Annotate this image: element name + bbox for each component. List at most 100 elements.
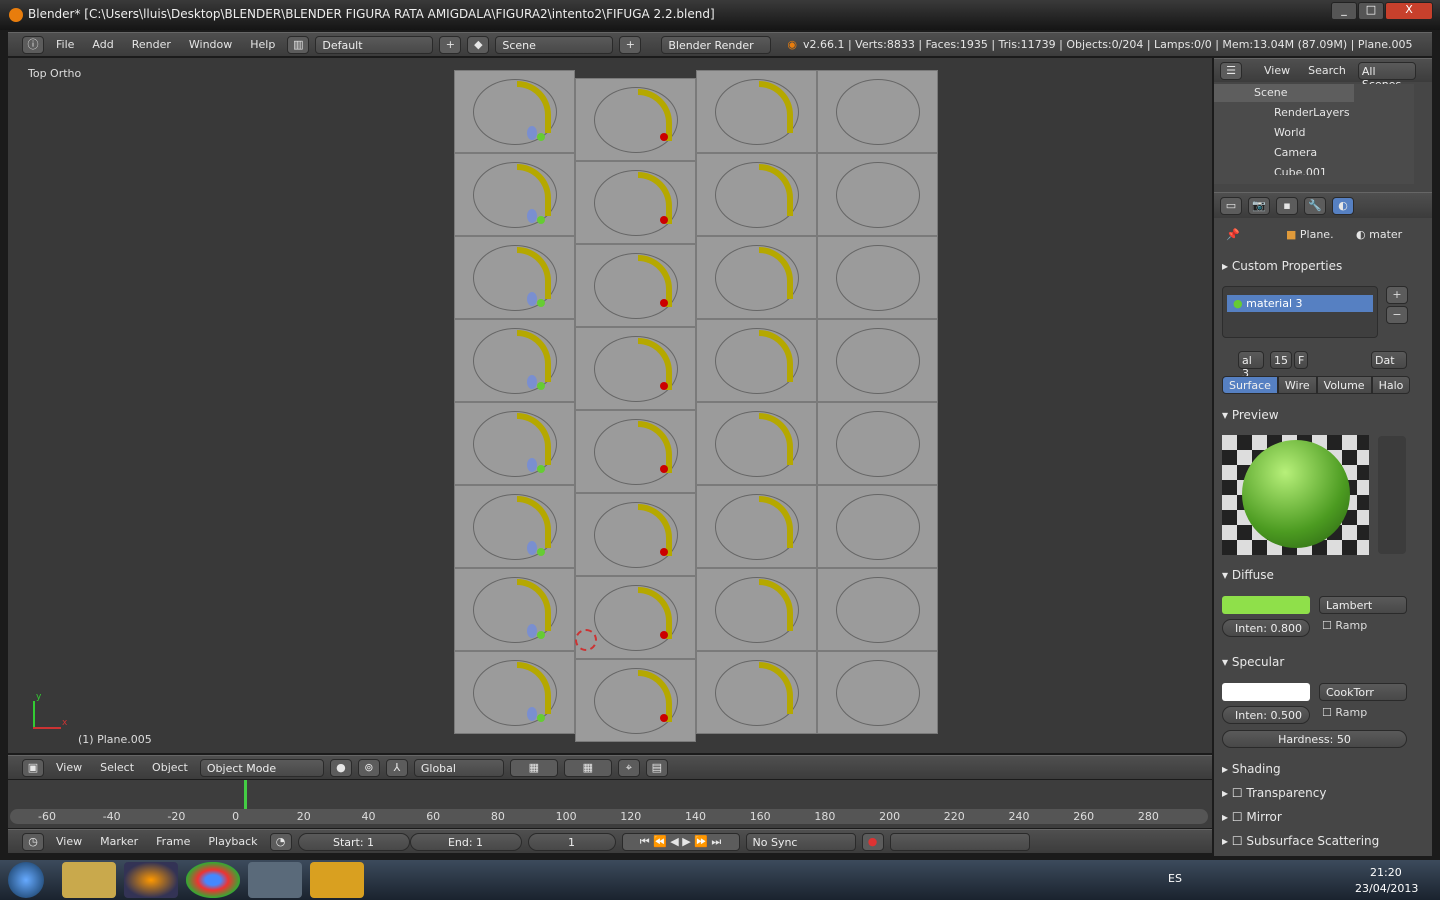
- snap-icon[interactable]: ⌖: [617, 758, 640, 777]
- specular-intensity-slider[interactable]: Inten: 0.500: [1222, 706, 1310, 724]
- users-count[interactable]: 15: [1270, 351, 1292, 369]
- material-slots-list[interactable]: ● material 3: [1222, 286, 1378, 338]
- menu-object[interactable]: Object: [146, 761, 194, 774]
- tab-halo[interactable]: Halo: [1371, 376, 1411, 394]
- brain-slice-image[interactable]: [696, 651, 817, 734]
- menu-add[interactable]: Add: [86, 38, 119, 51]
- data-select[interactable]: Dat: [1371, 351, 1407, 369]
- preview-panel[interactable]: ▾ Preview: [1222, 408, 1422, 422]
- brain-slice-image[interactable]: [817, 485, 938, 568]
- 3d-cursor-icon[interactable]: [575, 629, 597, 651]
- scene-icon[interactable]: ◆: [467, 35, 490, 54]
- add-layout-button[interactable]: +: [439, 35, 462, 54]
- clock-time[interactable]: 21:20: [1370, 866, 1402, 879]
- brain-slice-image[interactable]: [696, 568, 817, 651]
- outliner-icon[interactable]: ☰: [1220, 61, 1242, 80]
- material-slot[interactable]: ● material 3: [1227, 295, 1373, 312]
- brain-slice-image[interactable]: [454, 568, 575, 651]
- menu-help[interactable]: Help: [244, 38, 281, 51]
- image-plane-grid[interactable]: [454, 70, 940, 752]
- scene-select[interactable]: Scene: [495, 35, 614, 54]
- brain-slice-image[interactable]: [696, 485, 817, 568]
- current-frame-line[interactable]: [244, 780, 247, 810]
- end-frame-field[interactable]: End: 1: [409, 832, 522, 851]
- chrome-icon[interactable]: [186, 862, 240, 898]
- remove-slot-button[interactable]: −: [1386, 306, 1408, 324]
- menu-frame[interactable]: Frame: [150, 835, 196, 848]
- render-tab-icon[interactable]: 📷: [1248, 196, 1270, 215]
- shading-icon[interactable]: ●: [329, 758, 352, 777]
- render-icon[interactable]: ▤: [645, 758, 668, 777]
- engine-select[interactable]: Blender Render: [661, 35, 772, 54]
- brain-slice-image[interactable]: [575, 78, 696, 161]
- specular-color-swatch[interactable]: [1222, 683, 1310, 701]
- add-slot-button[interactable]: +: [1386, 286, 1408, 304]
- brain-slice-image[interactable]: [575, 161, 696, 244]
- brain-slice-image[interactable]: [696, 319, 817, 402]
- specular-ramp-checkbox[interactable]: ☐ Ramp: [1322, 706, 1367, 719]
- keying-set-field[interactable]: [889, 832, 1030, 851]
- 3d-viewport[interactable]: Top Ortho (1) Plane.005 y x: [8, 58, 1212, 753]
- brain-slice-image[interactable]: [575, 327, 696, 410]
- mirror-panel[interactable]: ▸ ☐ Mirror: [1222, 810, 1422, 824]
- blender-taskbar-icon[interactable]: [248, 862, 302, 898]
- brain-slice-image[interactable]: [575, 244, 696, 327]
- material-tab-icon[interactable]: ◐: [1332, 196, 1354, 215]
- outliner-menu-view[interactable]: View: [1258, 64, 1296, 77]
- specular-panel[interactable]: ▾ Specular: [1222, 655, 1422, 669]
- menu-marker[interactable]: Marker: [94, 835, 144, 848]
- brain-slice-image[interactable]: [817, 70, 938, 153]
- pin-icon[interactable]: 📌: [1226, 228, 1240, 241]
- minimize-button[interactable]: _: [1331, 2, 1357, 20]
- brain-slice-image[interactable]: [575, 410, 696, 493]
- brain-slice-image[interactable]: [454, 402, 575, 485]
- brain-slice-image[interactable]: [454, 236, 575, 319]
- shading-panel[interactable]: ▸ Shading: [1222, 762, 1422, 776]
- outliner-item-scene[interactable]: Scene: [1254, 86, 1288, 99]
- mode-select[interactable]: Object Mode: [199, 758, 324, 777]
- layout-select[interactable]: Default: [315, 35, 434, 54]
- outliner-menu-search[interactable]: Search: [1302, 64, 1352, 77]
- outliner-filter[interactable]: All Scenes: [1357, 61, 1416, 91]
- layers-icon[interactable]: ▦: [509, 758, 558, 777]
- brain-slice-image[interactable]: [454, 651, 575, 734]
- outliner-item-world[interactable]: World: [1274, 126, 1306, 139]
- firefox-icon[interactable]: [124, 862, 178, 898]
- gimp-taskbar-icon[interactable]: [310, 862, 364, 898]
- brain-slice-image[interactable]: [454, 319, 575, 402]
- outliner-item-renderlayers[interactable]: RenderLayers: [1274, 106, 1350, 119]
- outliner-item-camera[interactable]: Camera: [1274, 146, 1317, 159]
- preview-type-buttons[interactable]: [1378, 436, 1406, 554]
- add-scene-button[interactable]: +: [619, 35, 642, 54]
- maximize-button[interactable]: □: [1358, 2, 1384, 20]
- sss-panel[interactable]: ▸ ☐ Subsurface Scattering: [1222, 834, 1422, 848]
- language-indicator[interactable]: ES: [1168, 872, 1182, 885]
- sync-select[interactable]: No Sync: [745, 832, 856, 851]
- brain-slice-image[interactable]: [454, 485, 575, 568]
- brain-slice-image[interactable]: [454, 153, 575, 236]
- menu-render[interactable]: Render: [126, 38, 177, 51]
- custom-properties-panel[interactable]: ▸ Custom Properties: [1222, 259, 1422, 273]
- properties-icon[interactable]: ▭: [1220, 196, 1242, 215]
- diffuse-panel[interactable]: ▾ Diffuse: [1222, 568, 1422, 582]
- brain-slice-image[interactable]: [454, 70, 575, 153]
- timeline[interactable]: -60 -40 -20 0 20 40 60 80 100 120 140 160 180 200 220 2…: [8, 780, 1212, 828]
- brain-slice-image[interactable]: [817, 236, 938, 319]
- brain-slice-image[interactable]: [696, 402, 817, 485]
- info-editor-icon[interactable]: ⓘ: [22, 35, 44, 54]
- diffuse-intensity-slider[interactable]: Inten: 0.800: [1222, 619, 1310, 637]
- hardness-slider[interactable]: Hardness: 50: [1222, 730, 1407, 748]
- diffuse-color-swatch[interactable]: [1222, 596, 1310, 614]
- menu-view-tl[interactable]: View: [50, 835, 88, 848]
- close-button[interactable]: X: [1385, 2, 1433, 20]
- outliner-list[interactable]: Scene RenderLayers World Camera Cube.001: [1214, 84, 1414, 184]
- brain-slice-image[interactable]: [817, 153, 938, 236]
- keying-icon[interactable]: ◔: [269, 832, 292, 851]
- object-tab-icon[interactable]: ▪: [1276, 196, 1298, 215]
- brain-slice-image[interactable]: [575, 493, 696, 576]
- start-button[interactable]: [8, 862, 44, 898]
- transparency-panel[interactable]: ▸ ☐ Transparency: [1222, 786, 1422, 800]
- brain-slice-image[interactable]: [696, 236, 817, 319]
- record-icon[interactable]: ●: [861, 832, 884, 851]
- menu-select[interactable]: Select: [94, 761, 140, 774]
